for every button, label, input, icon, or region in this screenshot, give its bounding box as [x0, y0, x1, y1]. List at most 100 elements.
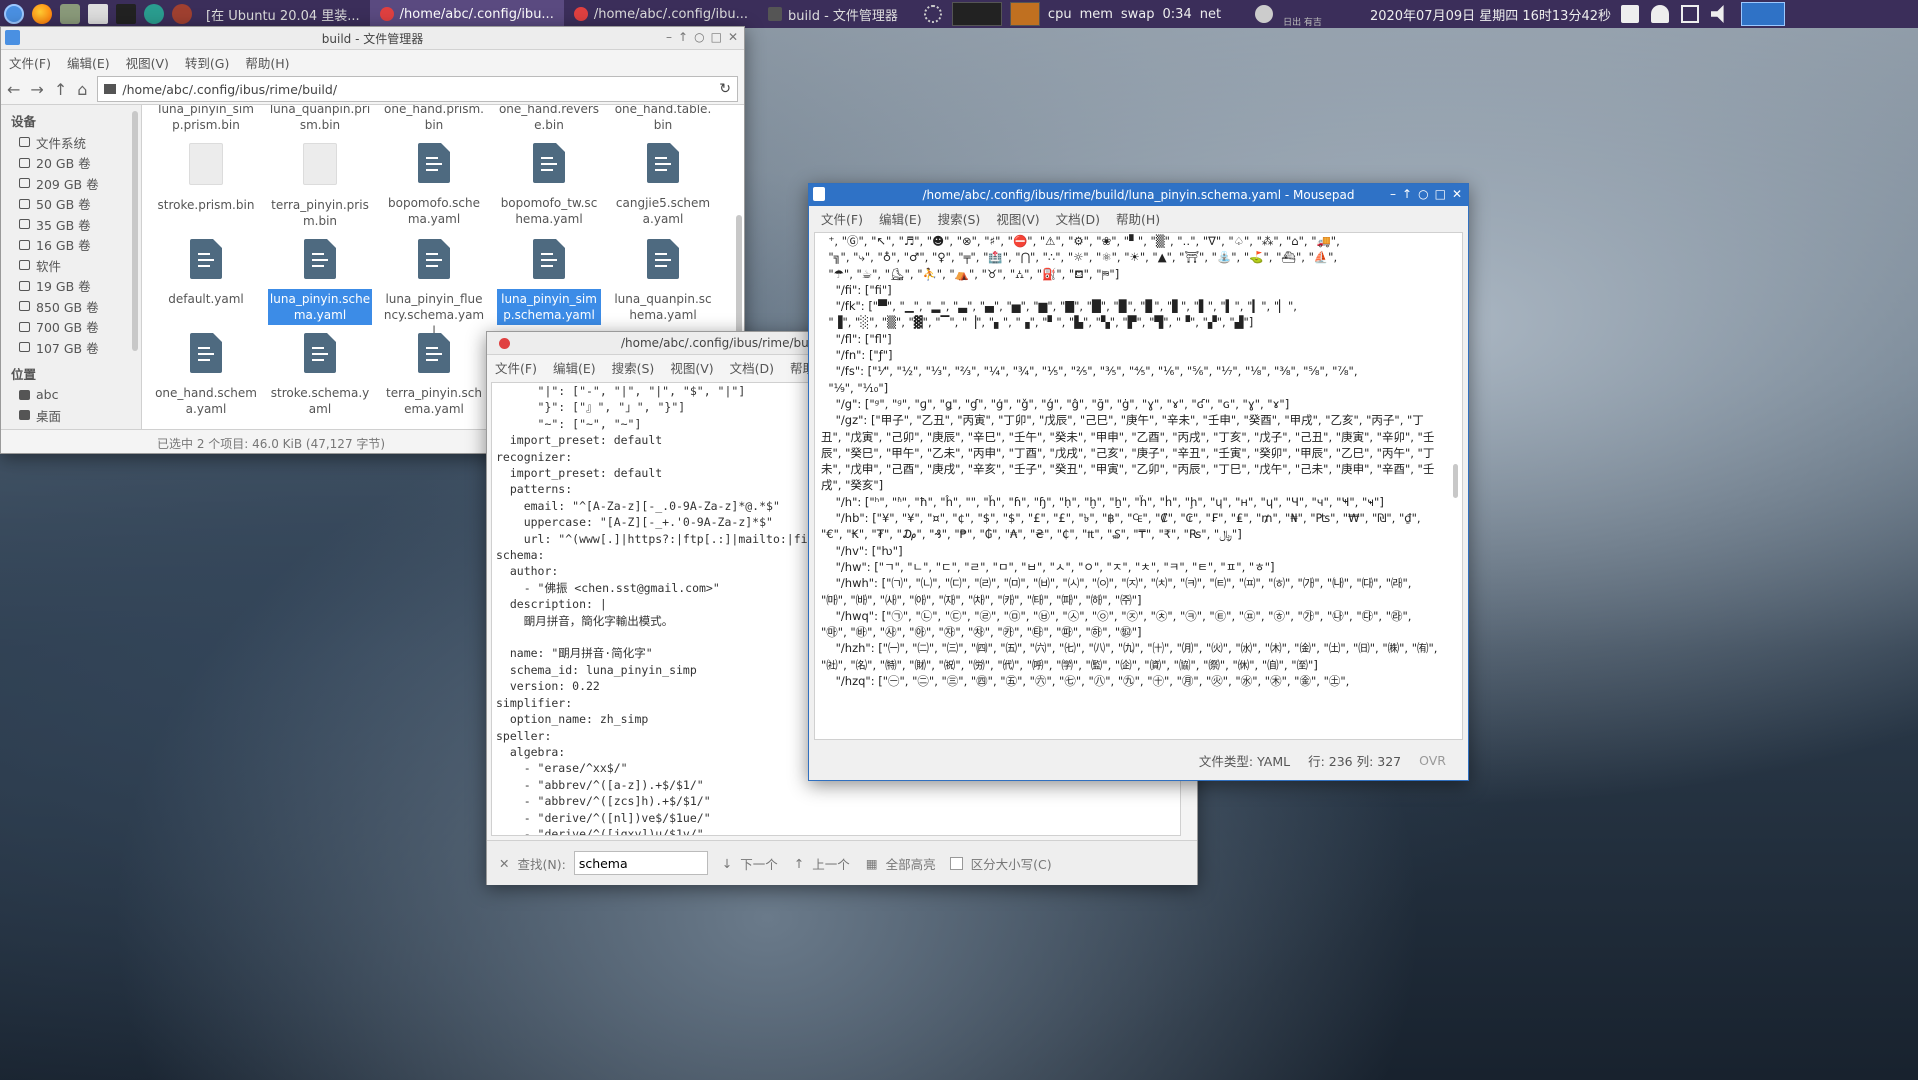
sidebar-item-device[interactable]: 19 GB 卷 — [1, 276, 141, 297]
menu-file[interactable]: 文件(F) — [9, 53, 51, 72]
path-bar[interactable]: /home/abc/.config/ibus/rime/build/ ↻ — [97, 76, 738, 102]
weather-icon[interactable] — [1255, 5, 1274, 23]
maximize-icon[interactable]: □ — [711, 30, 722, 44]
file-item[interactable]: stroke.prism.bin — [154, 143, 258, 215]
menu-help[interactable]: 帮助(H) — [245, 53, 289, 72]
file-item[interactable]: bopomofo.schema.yaml — [382, 143, 486, 229]
filetype-value[interactable]: YAML — [1257, 754, 1290, 769]
close-icon[interactable]: ✕ — [1452, 187, 1462, 201]
menu-go[interactable]: 转到(G) — [185, 53, 229, 72]
file-item[interactable]: luna_quanpin.prism.bin — [268, 105, 372, 135]
file-item[interactable]: one_hand.table.bin — [611, 105, 715, 135]
sidebar-item-device[interactable]: 50 GB 卷 — [1, 194, 141, 215]
close-find-icon[interactable]: ✕ — [499, 856, 509, 871]
down-arrow-icon[interactable]: ↓ — [722, 856, 732, 871]
notification-icon[interactable] — [1651, 5, 1669, 23]
sidebar-item-device[interactable]: 700 GB 卷 — [1, 317, 141, 338]
shade-icon[interactable]: ↑ — [1402, 187, 1412, 201]
sidebar-item-place[interactable]: 回收站 — [1, 426, 141, 430]
file-item[interactable]: one_hand.schema.yaml — [154, 333, 258, 419]
close-icon[interactable]: ✕ — [728, 30, 738, 44]
file-item[interactable]: one_hand.prism.bin — [382, 105, 486, 135]
sidebar-item-device[interactable]: 35 GB 卷 — [1, 214, 141, 235]
maximize-icon[interactable]: □ — [1435, 187, 1446, 201]
menu-help[interactable]: 帮助(H) — [1116, 209, 1160, 228]
menu-view[interactable]: 视图(V) — [126, 53, 169, 72]
shade-icon[interactable]: ↑ — [678, 30, 688, 44]
menu-edit[interactable]: 编辑(E) — [553, 358, 596, 377]
workspace-switcher-icon[interactable] — [1741, 2, 1785, 26]
match-case-checkbox[interactable] — [949, 856, 963, 870]
minimize-icon[interactable]: – — [666, 30, 672, 44]
back-arrow-icon[interactable]: ← — [7, 80, 20, 99]
fm-titlebar[interactable]: build - 文件管理器 – ↑ ○ □ ✕ — [1, 27, 744, 50]
menu-view[interactable]: 视图(V) — [996, 209, 1039, 228]
mp1-text-area[interactable]: ⁺, "Ⓖ", "↖", "♬", "☻", "⊗", "♯", "⛔", "⚠… — [814, 232, 1463, 740]
clock[interactable]: 2020年07月09日 星期四 16时13分42秒 — [1370, 5, 1611, 24]
stick-icon[interactable]: ○ — [694, 30, 704, 44]
menu-edit[interactable]: 编辑(E) — [879, 209, 922, 228]
menu-document[interactable]: 文档(D) — [1056, 209, 1100, 228]
sidebar-item-device[interactable]: 16 GB 卷 — [1, 235, 141, 256]
file-item[interactable]: luna_pinyin.schema.yaml — [268, 239, 372, 325]
firefox-alt-icon[interactable] — [172, 4, 192, 24]
ubuntu-menu-icon[interactable] — [4, 4, 24, 24]
file-item[interactable]: bopomofo_tw.schema.yaml — [497, 143, 601, 229]
sidebar-item-device[interactable]: 209 GB 卷 — [1, 173, 141, 194]
menu-document[interactable]: 文档(D) — [730, 358, 774, 377]
sidebar-item-device[interactable]: 850 GB 卷 — [1, 296, 141, 317]
sidebar-item-place[interactable]: abc — [1, 385, 141, 406]
sidebar-item-device[interactable]: 软件 — [1, 255, 141, 276]
terminal-icon[interactable] — [116, 4, 136, 24]
code-line: "/hv": ["ƕ"] — [821, 543, 903, 558]
software-icon[interactable] — [144, 4, 164, 24]
file-manager-icon[interactable] — [60, 4, 80, 24]
stick-icon[interactable]: ○ — [1418, 187, 1428, 201]
file-item[interactable]: luna_pinyin_fluency.schema.yaml — [382, 239, 486, 341]
mp1-menubar: 文件(F) 编辑(E) 搜索(S) 视图(V) 文档(D) 帮助(H) — [809, 206, 1468, 230]
menu-search[interactable]: 搜索(S) — [938, 209, 981, 228]
file-item[interactable]: luna_quanpin.schema.yaml — [611, 239, 715, 325]
file-item[interactable]: terra_pinyin.prism.bin — [268, 143, 372, 231]
minimize-icon[interactable]: – — [1390, 187, 1396, 201]
sidebar-item-device[interactable]: 文件系统 — [1, 132, 141, 153]
file-item[interactable]: cangjie5.schema.yaml — [611, 143, 715, 229]
volume-icon[interactable] — [1711, 5, 1724, 23]
mp1-titlebar[interactable]: /home/abc/.config/ibus/rime/build/luna_p… — [809, 184, 1468, 206]
text-editor-icon[interactable] — [88, 4, 108, 24]
menu-edit[interactable]: 编辑(E) — [67, 53, 110, 72]
forward-arrow-icon[interactable]: → — [30, 80, 43, 99]
taskbar-item-4[interactable]: build - 文件管理器 — [758, 0, 908, 28]
menu-view[interactable]: 视图(V) — [670, 358, 713, 377]
sidebar-item-place[interactable]: 桌面 — [1, 405, 141, 426]
window-icon[interactable] — [1681, 5, 1699, 23]
find-prev-button[interactable]: 上一个 — [812, 854, 850, 873]
sidebar-item-device[interactable]: 107 GB 卷 — [1, 337, 141, 358]
insert-mode[interactable]: OVR — [1419, 753, 1446, 768]
home-icon[interactable]: ⌂ — [77, 80, 87, 99]
find-input[interactable] — [573, 851, 708, 875]
file-item[interactable]: luna_pinyin_simp.prism.bin — [154, 105, 258, 135]
mp1-scrollbar[interactable] — [1453, 464, 1458, 498]
file-item[interactable]: stroke.schema.yaml — [268, 333, 372, 419]
file-item[interactable]: luna_pinyin_simp.schema.yaml — [497, 239, 601, 325]
taskbar-item-1[interactable]: [在 Ubuntu 20.04 里装... — [196, 0, 370, 28]
sidebar-item-device[interactable]: 20 GB 卷 — [1, 153, 141, 174]
up-arrow-icon[interactable]: ↑ — [794, 856, 804, 871]
input-method-icon[interactable] — [1621, 5, 1639, 23]
file-item[interactable]: terra_pinyin.schema.yaml — [382, 333, 486, 419]
file-item[interactable]: one_hand.reverse.bin — [497, 105, 601, 135]
reload-icon[interactable]: ↻ — [719, 81, 731, 97]
highlight-icon[interactable]: ▦ — [866, 856, 878, 871]
file-item[interactable]: default.yaml — [154, 239, 258, 309]
find-next-button[interactable]: 下一个 — [740, 854, 778, 873]
up-arrow-icon[interactable]: ↑ — [54, 80, 67, 99]
firefox-icon[interactable] — [32, 4, 52, 24]
taskbar-item-2[interactable]: /home/abc/.config/ibu... — [369, 0, 564, 28]
menu-file[interactable]: 文件(F) — [495, 358, 537, 377]
taskbar-item-3[interactable]: /home/abc/.config/ibu... — [564, 0, 758, 28]
menu-search[interactable]: 搜索(S) — [612, 358, 655, 377]
menu-file[interactable]: 文件(F) — [821, 209, 863, 228]
sidebar-scrollbar[interactable] — [132, 111, 138, 351]
highlight-all-button[interactable]: 全部高亮 — [886, 854, 936, 873]
